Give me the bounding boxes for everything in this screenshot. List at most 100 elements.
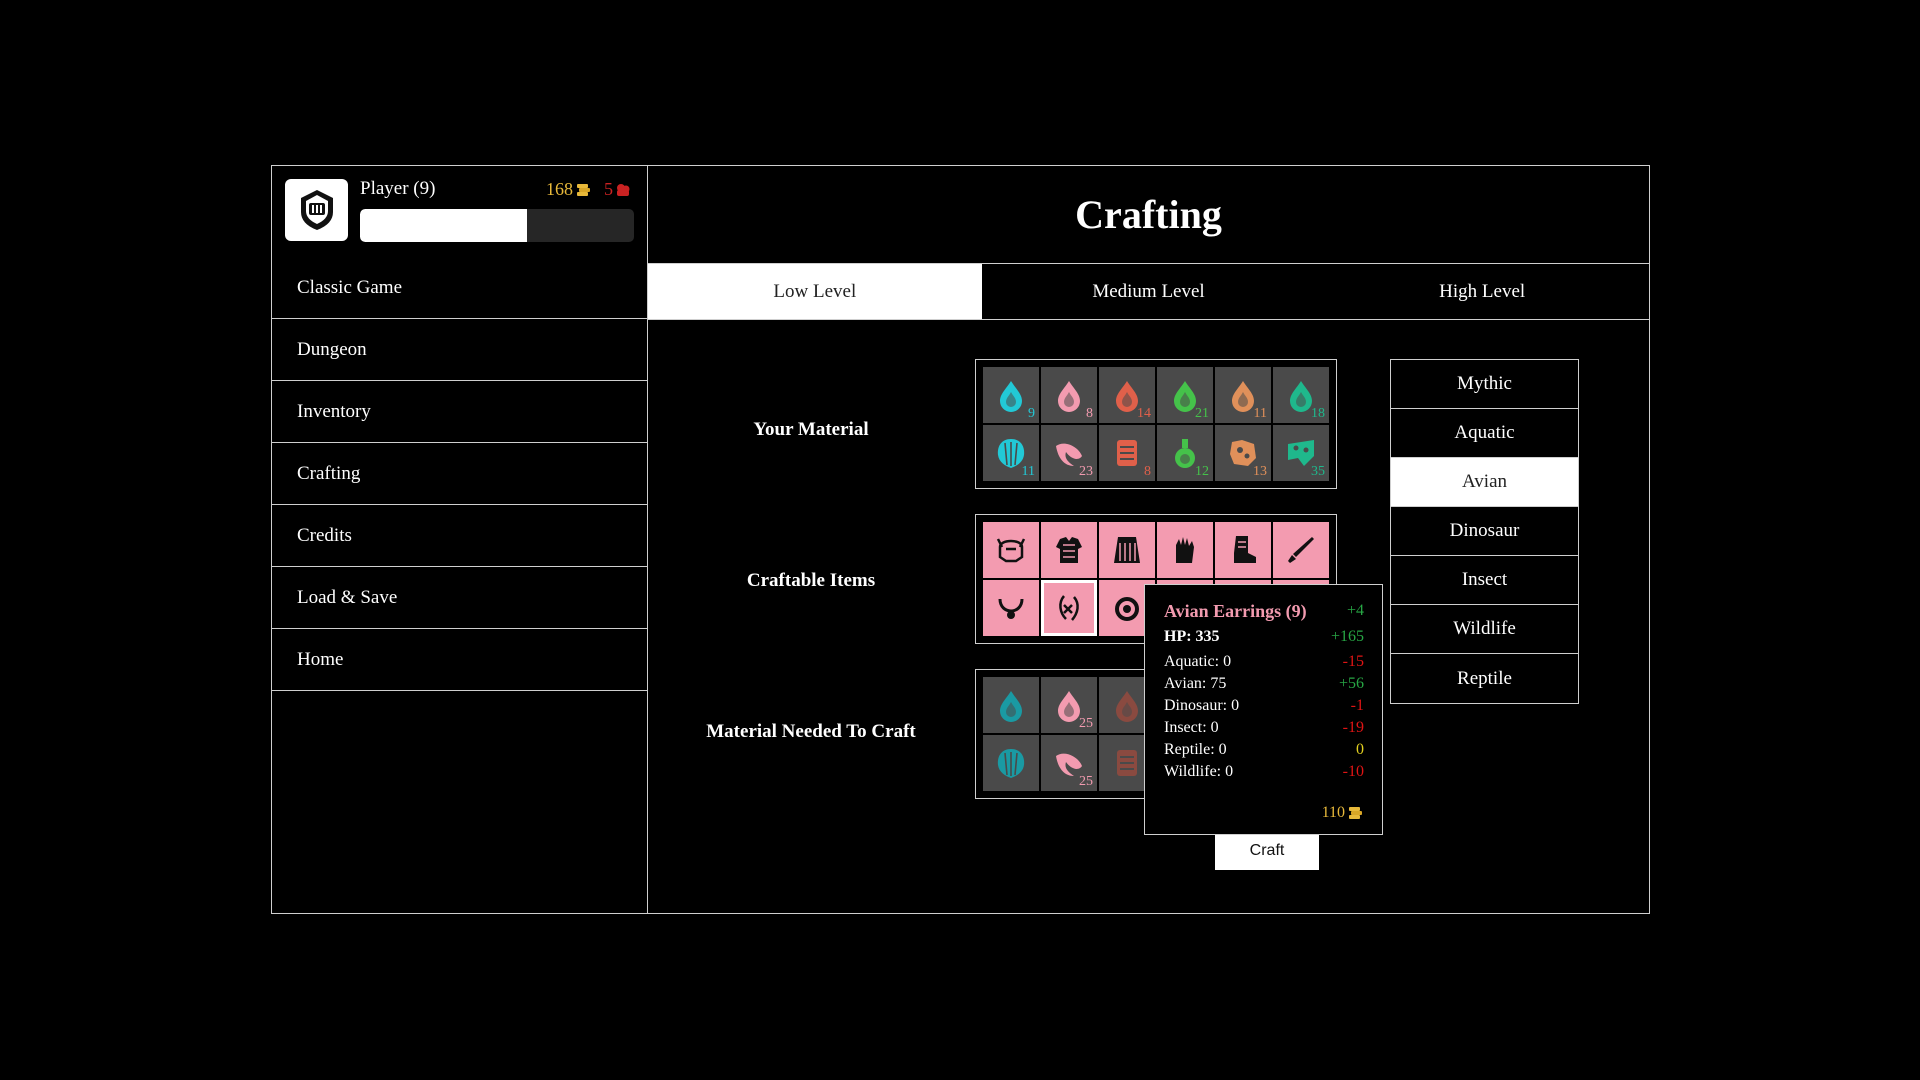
nav-item-inventory[interactable]: Inventory: [272, 381, 647, 443]
material-count: 9: [1028, 406, 1035, 421]
necklace-icon: [998, 598, 1024, 619]
craftable-slot-earrings[interactable]: [1041, 580, 1097, 636]
your-material-label: Your Material: [753, 419, 869, 440]
player-card: Player (9) 168 5: [272, 166, 647, 257]
material-slot-drop[interactable]: 18: [1273, 367, 1329, 423]
crafting-panel: Crafting Low Level Medium Level High Level…: [648, 166, 1649, 913]
material-count: 13: [1253, 464, 1267, 479]
material-slot-drop[interactable]: 8: [1041, 367, 1097, 423]
nav-item-home[interactable]: Home: [272, 629, 647, 691]
category-insect[interactable]: Insect: [1391, 556, 1578, 605]
page-title: Crafting: [1075, 192, 1222, 237]
level-tabs: Low Level Medium Level High Level: [648, 264, 1649, 320]
material-count: 11: [1021, 464, 1035, 479]
nav-item-load-save[interactable]: Load & Save: [272, 567, 647, 629]
category-dinosaur[interactable]: Dinosaur: [1391, 507, 1578, 556]
material-slot-feather[interactable]: 23: [1041, 425, 1097, 481]
material-slot-feather[interactable]: 25: [1041, 735, 1097, 791]
tab-medium-level[interactable]: Medium Level: [982, 264, 1316, 319]
category-mythic[interactable]: Mythic: [1391, 360, 1578, 409]
material-count: 23: [1079, 464, 1093, 479]
gold-counter: 168: [546, 179, 592, 200]
tooltip-stat-row: Reptile: 0 0: [1164, 739, 1364, 761]
gold-amount: 168: [546, 179, 573, 199]
item-tooltip: Avian Earrings (9) +4 HP: 335 +165 Aquat…: [1144, 584, 1383, 835]
material-count: 8: [1144, 464, 1151, 479]
tab-low-level[interactable]: Low Level: [648, 264, 982, 319]
material-slot-shell[interactable]: 11: [983, 425, 1039, 481]
scale-icon: [1117, 750, 1137, 776]
boots-icon: [1234, 536, 1256, 563]
material-slot-drop[interactable]: 25: [1041, 677, 1097, 733]
experience-bar: [360, 209, 634, 242]
tooltip-stat-row: Insect: 0 -19: [1164, 717, 1364, 739]
sidebar: Player (9) 168 5 Classic Game Dungeon Inve…: [272, 166, 648, 913]
category-reptile[interactable]: Reptile: [1391, 654, 1578, 703]
tooltip-stat-delta: +56: [1338, 675, 1364, 692]
tooltip-stat-label: Dinosaur: 0: [1164, 697, 1240, 714]
tooltip-price-value: 110: [1321, 804, 1345, 821]
tooltip-stat-delta: 0: [1356, 741, 1364, 758]
knight-helmet-icon: [300, 190, 333, 230]
material-slot-shell[interactable]: [983, 735, 1039, 791]
category-wildlife[interactable]: Wildlife: [1391, 605, 1578, 654]
tab-high-level[interactable]: High Level: [1315, 264, 1649, 319]
material-slot-flask[interactable]: 12: [1157, 425, 1213, 481]
tooltip-stat-delta: -1: [1350, 697, 1364, 714]
material-count: 25: [1079, 774, 1093, 789]
gem-icon: [617, 183, 630, 196]
material-slot-fang[interactable]: 35: [1273, 425, 1329, 481]
tooltip-price: 110: [1322, 804, 1364, 822]
tooltip-level-delta: +4: [1346, 602, 1364, 619]
tooltip-hp-delta: +165: [1330, 628, 1364, 645]
nav-item-credits[interactable]: Credits: [272, 505, 647, 567]
craftable-slot-helmet[interactable]: [983, 522, 1039, 578]
helmet-icon: [996, 538, 1026, 563]
tooltip-hp: HP: 335: [1164, 628, 1220, 645]
weapon-icon: [1288, 537, 1314, 563]
category-aquatic[interactable]: Aquatic: [1391, 409, 1578, 458]
tooltip-stat-delta: -15: [1342, 653, 1364, 670]
material-slot-hide[interactable]: 13: [1215, 425, 1271, 481]
material-slot-drop[interactable]: 9: [983, 367, 1039, 423]
craftable-slot-necklace[interactable]: [983, 580, 1039, 636]
earrings-icon: [1059, 595, 1079, 621]
title-bar: Crafting: [648, 166, 1649, 264]
material-slot-drop[interactable]: 14: [1099, 367, 1155, 423]
skirt-icon: [1114, 537, 1140, 563]
armor-icon: [1056, 537, 1082, 563]
craftable-slot-gloves[interactable]: [1157, 522, 1213, 578]
tooltip-stat-delta: -10: [1342, 763, 1364, 780]
drop-icon: [1058, 381, 1080, 412]
material-count: 14: [1137, 406, 1151, 421]
gem-amount: 5: [604, 179, 613, 199]
material-slot-drop[interactable]: 11: [1215, 367, 1271, 423]
material-count: 35: [1311, 464, 1325, 479]
material-count: 21: [1195, 406, 1209, 421]
material-count: 18: [1311, 406, 1325, 421]
your-material-grid: 9 8 14 21 11 18 11 23 8 12 13 35: [975, 359, 1337, 489]
knight-helmet-avatar[interactable]: [285, 179, 348, 241]
material-slot-drop[interactable]: 21: [1157, 367, 1213, 423]
craftable-slot-weapon[interactable]: [1273, 522, 1329, 578]
nav-item-crafting[interactable]: Crafting: [272, 443, 647, 505]
nav-item-classic-game[interactable]: Classic Game: [272, 257, 647, 319]
craftable-slot-armor[interactable]: [1041, 522, 1097, 578]
game-window: Player (9) 168 5 Classic Game Dungeon Inve…: [271, 165, 1650, 914]
nav-item-dungeon[interactable]: Dungeon: [272, 319, 647, 381]
material-count: 11: [1253, 406, 1267, 421]
category-avian[interactable]: Avian: [1391, 458, 1578, 507]
tooltip-stat-label: Avian: 75: [1164, 675, 1227, 692]
tooltip-item-name: Avian Earrings (9): [1164, 600, 1307, 621]
material-slot-drop[interactable]: [983, 677, 1039, 733]
tooltip-stat-label: Reptile: 0: [1164, 741, 1227, 758]
tooltip-stat-row: Avian: 75 +56: [1164, 673, 1364, 695]
gem-counter: 5: [604, 179, 630, 200]
scale-icon: [1117, 440, 1137, 466]
craft-button[interactable]: Craft: [1215, 832, 1319, 870]
craftable-slot-skirt[interactable]: [1099, 522, 1155, 578]
craftable-slot-boots[interactable]: [1215, 522, 1271, 578]
material-slot-scale[interactable]: 8: [1099, 425, 1155, 481]
player-name: Player (9): [360, 178, 436, 199]
tooltip-stat-row: Aquatic: 0 -15: [1164, 651, 1364, 673]
